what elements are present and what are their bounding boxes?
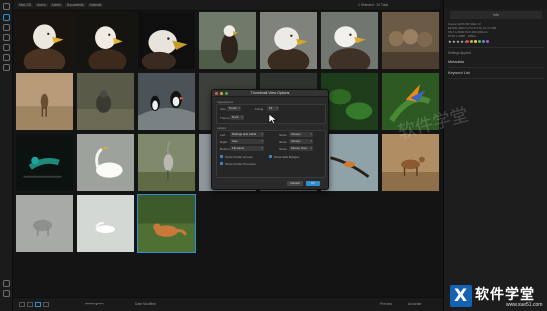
thumbnail-puffins[interactable]: [137, 72, 196, 131]
divider: [448, 47, 544, 48]
thumbnail-bird-field[interactable]: [76, 72, 135, 131]
bottom-label: Bottom: [220, 147, 230, 151]
thumbnail-monkeys[interactable]: [381, 11, 440, 70]
browse-icon[interactable]: [3, 14, 10, 21]
show-select-3[interactable]: Mouse Over: [289, 146, 313, 151]
size-label: Size: [220, 107, 227, 111]
logo-name: 软件学堂: [475, 287, 535, 303]
breadcrumb-item[interactable]: Mac OS: [17, 3, 33, 7]
thumbnail-antelope[interactable]: [381, 133, 440, 192]
breadcrumb-item[interactable]: Documents: [64, 3, 86, 7]
preview-mode[interactable]: Accurate: [408, 302, 421, 306]
right-panel-top-bar: [444, 0, 547, 9]
sort-menu[interactable]: Date Modified: [135, 302, 156, 306]
breadcrumb-item[interactable]: Admin: [49, 3, 63, 7]
theme-label: Theme: [220, 116, 230, 120]
site-logo: X 软件学堂 www.xue51.com: [446, 282, 547, 311]
dialog-title: Thumbnail View Options: [250, 91, 290, 95]
right-panel: Info Canon EOS 5D Mark IV EF100-400mm f/…: [443, 0, 547, 311]
thumbnail-hummingbird[interactable]: [15, 133, 74, 192]
thumbnail-eagle-3[interactable]: [137, 11, 196, 70]
fixing-label: Fixing: [255, 107, 264, 111]
folder-icon[interactable]: [3, 64, 10, 71]
left-toolbar: [0, 0, 13, 311]
dialog-title-bar: Thumbnail View Options: [212, 90, 328, 97]
color-label-green[interactable]: [478, 40, 481, 43]
edit-icon[interactable]: [3, 24, 10, 31]
top-bar: Mac OS Users Admin Documents Animals 1 S…: [13, 0, 440, 11]
thumbnail-eagle-4[interactable]: [198, 11, 257, 70]
thumbnail-foggy-deer[interactable]: [15, 194, 74, 253]
folder-previews-checkbox[interactable]: [220, 162, 223, 165]
divider: [448, 78, 544, 79]
thumbnail-eagle-5[interactable]: [259, 11, 318, 70]
theme-select[interactable]: Dark: [230, 115, 244, 120]
settings-icon[interactable]: [3, 290, 10, 297]
folder-arrows-label: Show Folder Arrows: [225, 155, 253, 159]
menu-icon[interactable]: [3, 3, 10, 10]
breadcrumb-item[interactable]: Users: [34, 3, 48, 7]
preview-label: Preview: [380, 302, 393, 306]
left-label: Left: [220, 133, 226, 137]
right-select[interactable]: Like: [230, 139, 264, 144]
status-bar: ━━━━━●━━━ Date Modified Preview Accurate: [13, 297, 443, 311]
single-view-icon[interactable]: [19, 302, 25, 307]
zoom-slider[interactable]: ━━━━━●━━━: [85, 302, 103, 306]
share-icon[interactable]: [3, 54, 10, 61]
show-select-1[interactable]: Always: [289, 132, 313, 137]
logo-url: www.xue51.com: [506, 302, 543, 308]
info-header[interactable]: Info: [450, 11, 542, 19]
color-labels: [466, 40, 489, 43]
breadcrumb: Mac OS Users Admin Documents Animals: [17, 3, 104, 7]
info-dimensions: 6720 x 4480 · JPEG: [448, 34, 476, 38]
folder-previews-label: Show Folder Previews: [225, 162, 256, 166]
show-label-1: Show: [279, 133, 287, 137]
thumbnail-fox-selected[interactable]: [137, 194, 196, 253]
folder-arrows-checkbox[interactable]: [220, 155, 223, 158]
left-select[interactable]: Ratings and Label: [230, 132, 264, 137]
help-icon[interactable]: [3, 280, 10, 287]
logo-badge: X: [450, 285, 472, 307]
thumbnail-view-options-dialog: Thumbnail View Options Appearance Size S…: [211, 89, 329, 190]
compare-view-icon[interactable]: [27, 302, 33, 307]
thumbnail-egret[interactable]: [76, 133, 135, 192]
layers-icon[interactable]: [3, 34, 10, 41]
bottom-select[interactable]: Filename: [230, 146, 264, 151]
thumbnail-eagle-1[interactable]: [15, 11, 74, 70]
keyword-list-section[interactable]: Keyword List: [448, 71, 470, 75]
divider: [448, 67, 544, 68]
color-label-purple[interactable]: [486, 40, 489, 43]
cancel-button[interactable]: Cancel: [287, 181, 303, 186]
filter-icon[interactable]: [3, 44, 10, 51]
metadata-section[interactable]: Metadata: [448, 60, 464, 64]
color-label-blue[interactable]: [482, 40, 485, 43]
color-label-orange[interactable]: [470, 40, 473, 43]
color-label-red[interactable]: [466, 40, 469, 43]
selection-count: 1 Selected · 20 Total: [358, 3, 388, 7]
settings-applied-label[interactable]: Settings Applied: [448, 51, 471, 55]
thumbnail-bird-of-paradise[interactable]: [381, 72, 440, 131]
labels-group: Left Ratings and Label Show Always Right…: [216, 130, 326, 178]
grid-view-icon[interactable]: [35, 302, 41, 307]
show-label-2: Show: [279, 140, 287, 144]
thumbnail-crane[interactable]: [137, 133, 196, 192]
mouse-cursor-icon: [268, 113, 278, 125]
ok-button[interactable]: OK: [306, 181, 320, 186]
fixing-select[interactable]: Fit: [267, 106, 279, 111]
right-label: Right: [220, 140, 228, 144]
edit-badges-checkbox[interactable]: [269, 155, 272, 158]
list-view-icon[interactable]: [43, 302, 49, 307]
thumbnail-white-bird[interactable]: [76, 194, 135, 253]
breadcrumb-item[interactable]: Animals: [87, 3, 104, 7]
edit-badges-label: Show Edit Badges: [274, 155, 300, 159]
thumbnail-eagle-2[interactable]: [76, 11, 135, 70]
show-select-2[interactable]: Always: [289, 139, 313, 144]
thumbnail-eagle-6[interactable]: [320, 11, 379, 70]
color-label-yellow[interactable]: [474, 40, 477, 43]
thumbnail-deer-field[interactable]: [15, 72, 74, 131]
show-label-3: Show: [279, 147, 287, 151]
size-select[interactable]: Small: [227, 106, 241, 111]
